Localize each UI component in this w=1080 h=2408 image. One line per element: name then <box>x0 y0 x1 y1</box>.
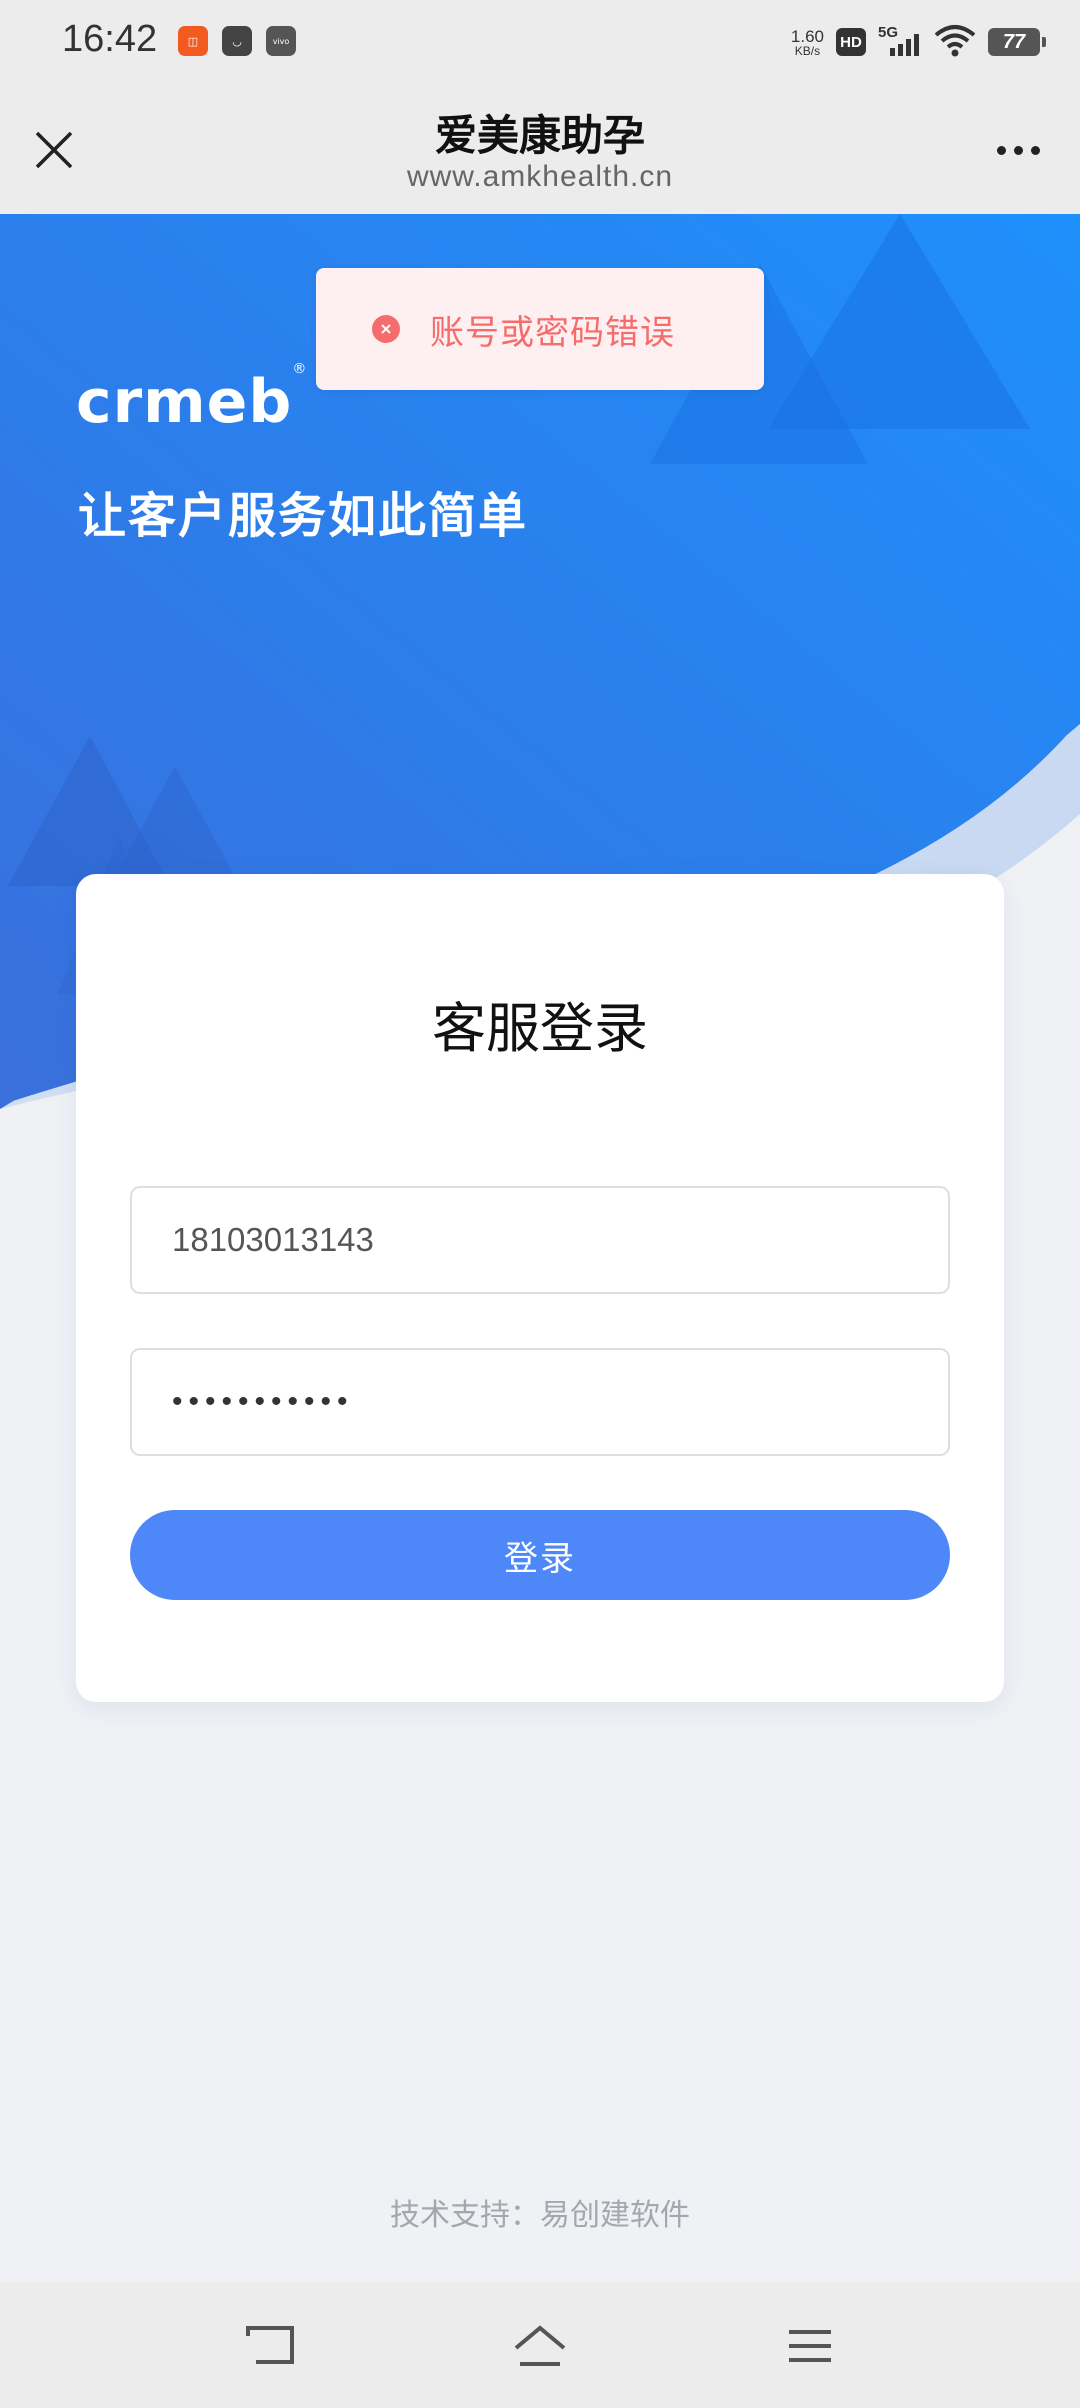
status-bar: 16:42 ◫ ◡ vivo 1.60 KB/s HD 5G 77 <box>0 0 1080 84</box>
home-icon <box>514 2325 566 2366</box>
back-icon <box>246 2326 294 2364</box>
menu-button[interactable] <box>778 2314 842 2378</box>
error-toast: 账号或密码错误 <box>316 268 764 390</box>
status-indicators: 1.60 KB/s HD 5G 77 <box>790 22 1046 62</box>
login-title: 客服登录 <box>432 997 648 1060</box>
password-mask: ••••••••••• <box>172 1385 354 1418</box>
taobao-app-icon: ◫ <box>178 26 208 56</box>
signal-icon: 5G <box>878 24 922 60</box>
toast-message: 账号或密码错误 <box>430 312 675 353</box>
footer-credit: 技术支持：易创建软件 <box>390 2198 690 2233</box>
shopping-bag-icon: ◡ <box>222 26 252 56</box>
page-title: 爱美康助孕 <box>434 111 645 160</box>
page-url: www.amkhealth.cn <box>406 160 674 193</box>
password-input[interactable]: ••••••••••• <box>130 1348 950 1456</box>
home-button[interactable] <box>508 2314 572 2378</box>
battery-icon: 77 <box>988 28 1046 56</box>
crmeb-logo: crmeb® <box>76 361 308 437</box>
vivo-app-icon: vivo <box>266 26 296 56</box>
system-nav-bar <box>0 2282 1080 2408</box>
hd-badge: HD <box>836 28 866 56</box>
error-circle-icon <box>372 315 400 343</box>
login-button-label: 登录 <box>504 1538 576 1579</box>
login-button[interactable]: 登录 <box>130 1510 950 1600</box>
back-button[interactable] <box>238 2314 302 2378</box>
network-speed: 1.60 KB/s <box>790 26 824 58</box>
login-card: 客服登录 18103013143 ••••••••••• 登录 <box>76 874 1004 1702</box>
more-options-button[interactable] <box>986 128 1050 172</box>
menu-icon <box>789 2330 831 2362</box>
hero-slogan: 让客户服务如此简单 <box>78 488 529 544</box>
browser-title-bar: 爱美康助孕 www.amkhealth.cn <box>0 84 1080 214</box>
account-value: 18103013143 <box>172 1221 374 1258</box>
more-dot-icon <box>996 145 1006 155</box>
status-time: 16:42 <box>62 18 158 60</box>
account-input[interactable]: 18103013143 <box>130 1186 950 1294</box>
wifi-icon <box>934 23 976 61</box>
